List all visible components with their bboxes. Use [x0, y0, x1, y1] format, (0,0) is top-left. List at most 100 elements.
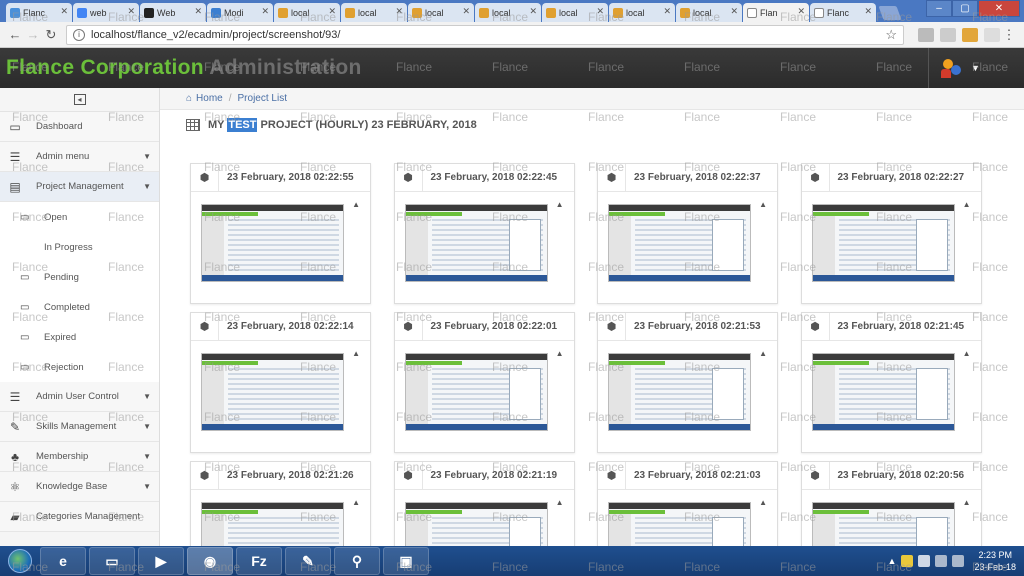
breadcrumb-home[interactable]: Home — [196, 93, 223, 104]
tab-close-icon[interactable]: ✕ — [328, 6, 336, 17]
tab-close-icon[interactable]: ✕ — [462, 6, 470, 17]
browser-tab[interactable]: local ✕ — [609, 3, 675, 22]
extension-icon[interactable] — [940, 27, 956, 42]
browser-tab[interactable]: local ✕ — [274, 3, 340, 22]
screenshot-thumbnail[interactable] — [201, 502, 344, 546]
collapse-arrow-icon[interactable]: ▲ — [963, 200, 971, 209]
tab-close-icon[interactable]: ✕ — [194, 6, 202, 17]
tab-close-icon[interactable]: ✕ — [261, 6, 269, 17]
browser-tab[interactable]: Flanc ✕ — [6, 3, 72, 22]
browser-tab[interactable]: Flanc ✕ — [810, 3, 876, 22]
screenshot-thumbnail[interactable] — [811, 353, 955, 431]
screenshot-card[interactable]: ⬢ 23 February, 2018 02:21:19 ▲ — [393, 461, 575, 546]
screenshot-card[interactable]: ⬢ 23 February, 2018 02:22:45 ▲ — [393, 163, 575, 304]
tab-close-icon[interactable]: ✕ — [127, 6, 135, 17]
screenshot-card[interactable]: ⬢ 23 February, 2018 02:20:56 ▲ — [800, 461, 982, 546]
collapse-arrow-icon[interactable]: ▲ — [963, 349, 971, 358]
sidebar-item[interactable]: ☰ Admin menu ▼ — [0, 142, 159, 172]
tab-close-icon[interactable]: ✕ — [663, 6, 671, 17]
network-icon[interactable]: ⚲ — [334, 547, 380, 575]
bookmark-star-icon[interactable]: ☆ — [885, 27, 897, 43]
start-button[interactable] — [0, 546, 40, 576]
signal-icon[interactable] — [935, 555, 948, 567]
extension-icon[interactable] — [962, 27, 978, 42]
screenshot-thumbnail[interactable] — [404, 502, 548, 546]
user-menu[interactable]: ▼ — [928, 48, 1024, 88]
screenshot-card[interactable]: ⬢ 23 February, 2018 02:22:55 ▲ — [190, 163, 371, 304]
browser-tab[interactable]: Web ✕ — [140, 3, 206, 22]
clock[interactable]: 2:23 PM 23-Feb-18 — [974, 549, 1016, 573]
sidebar-subitem[interactable]: ▭ Expired — [0, 322, 159, 352]
maximize-button[interactable]: ▢ — [952, 0, 978, 17]
tab-close-icon[interactable]: ✕ — [60, 6, 68, 17]
screenshot-card[interactable]: ⬢ 23 February, 2018 02:21:26 ▲ — [190, 461, 371, 546]
forward-icon[interactable]: → — [24, 27, 42, 42]
screenshot-card[interactable]: ⬢ 23 February, 2018 02:22:37 ▲ — [597, 163, 778, 304]
sidebar-subitem[interactable]: ▭ Pending — [0, 262, 159, 292]
collapse-arrow-icon[interactable]: ▲ — [759, 498, 767, 507]
brand-title[interactable]: Flance Corporation Administration — [6, 56, 362, 80]
screenshot-thumbnail[interactable] — [811, 204, 955, 282]
info-icon[interactable]: i — [73, 28, 85, 41]
tab-close-icon[interactable]: ✕ — [730, 6, 738, 17]
sidebar-item[interactable]: ✎ Skills Management ▼ — [0, 412, 159, 442]
collapse-arrow-icon[interactable]: ▲ — [352, 200, 360, 209]
browser-tab[interactable]: web ✕ — [73, 3, 139, 22]
tray-arrow-icon[interactable]: ▲ — [888, 556, 897, 566]
screenshot-thumbnail[interactable] — [608, 353, 751, 431]
sidebar-subitem[interactable]: ▭ Completed — [0, 292, 159, 322]
sidebar-subitem[interactable]: ▭ Rejection — [0, 352, 159, 382]
breadcrumb-current[interactable]: Project List — [238, 93, 287, 104]
back-icon[interactable]: ← — [6, 27, 24, 42]
sidebar-item[interactable]: ⚛ Knowledge Base ▼ — [0, 472, 159, 502]
screenshot-card[interactable]: ⬢ 23 February, 2018 02:21:53 ▲ — [597, 312, 778, 453]
volume-icon[interactable] — [952, 555, 965, 567]
screenshot-thumbnail[interactable] — [201, 204, 344, 282]
browser-tab[interactable]: Modi ✕ — [207, 3, 273, 22]
sidebar-item[interactable]: ♣ Membership ▼ — [0, 442, 159, 472]
close-window-button[interactable]: ✕ — [978, 0, 1020, 17]
browser-tab[interactable]: local ✕ — [542, 3, 608, 22]
collapse-arrow-icon[interactable]: ▲ — [556, 349, 564, 358]
browser-tab[interactable]: local ✕ — [676, 3, 742, 22]
collapse-arrow-icon[interactable]: ▲ — [759, 200, 767, 209]
screenshot-thumbnail[interactable] — [608, 502, 751, 546]
chrome-icon[interactable]: ◉ — [187, 547, 233, 575]
screenshot-thumbnail[interactable] — [608, 204, 751, 282]
extension-icon[interactable] — [984, 27, 1000, 42]
address-bar[interactable]: i localhost/flance_v2/ecadmin/project/sc… — [66, 24, 904, 45]
tab-close-icon[interactable]: ✕ — [529, 6, 537, 17]
screenshot-thumbnail[interactable] — [404, 353, 548, 431]
media-icon[interactable]: ▶ — [138, 547, 184, 575]
sidebar-subitem[interactable]: ▭ Open — [0, 202, 159, 232]
collapse-arrow-icon[interactable]: ▲ — [352, 349, 360, 358]
reload-icon[interactable]: ↻ — [42, 27, 60, 43]
menu-icon[interactable]: ⋮ — [1000, 27, 1018, 43]
explorer-icon[interactable]: ▭ — [89, 547, 135, 575]
collapse-arrow-icon[interactable]: ▲ — [556, 498, 564, 507]
browser-tab[interactable]: local ✕ — [475, 3, 541, 22]
extension-icon[interactable] — [918, 27, 934, 42]
sidebar-collapse-button[interactable]: ◂ — [0, 88, 159, 112]
screenshot-card[interactable]: ⬢ 23 February, 2018 02:22:14 ▲ — [190, 312, 371, 453]
flag-icon[interactable] — [918, 555, 931, 567]
screenshot-card[interactable]: ⬢ 23 February, 2018 02:21:03 ▲ — [597, 461, 778, 546]
filezilla-icon[interactable]: Fz — [236, 547, 282, 575]
screenshot-thumbnail[interactable] — [201, 353, 344, 431]
minimize-button[interactable]: – — [926, 0, 952, 17]
tab-close-icon[interactable]: ✕ — [797, 6, 805, 17]
screenshot-thumbnail[interactable] — [811, 502, 955, 546]
tab-close-icon[interactable]: ✕ — [395, 6, 403, 17]
collapse-arrow-icon[interactable]: ▲ — [352, 498, 360, 507]
tab-close-icon[interactable]: ✕ — [596, 6, 604, 17]
collapse-arrow-icon[interactable]: ▲ — [556, 200, 564, 209]
sidebar-item[interactable]: ▤ Project Management ▼ — [0, 172, 159, 202]
app-icon[interactable]: ▣ — [383, 547, 429, 575]
sidebar-item[interactable]: ☰ Admin User Control ▼ — [0, 382, 159, 412]
browser-tab[interactable]: Flan ✕ — [743, 3, 809, 22]
notepad-icon[interactable]: ✎ — [285, 547, 331, 575]
tray-app-icon[interactable] — [901, 555, 914, 567]
browser-tab[interactable]: local ✕ — [408, 3, 474, 22]
screenshot-thumbnail[interactable] — [404, 204, 548, 282]
collapse-arrow-icon[interactable]: ▲ — [759, 349, 767, 358]
